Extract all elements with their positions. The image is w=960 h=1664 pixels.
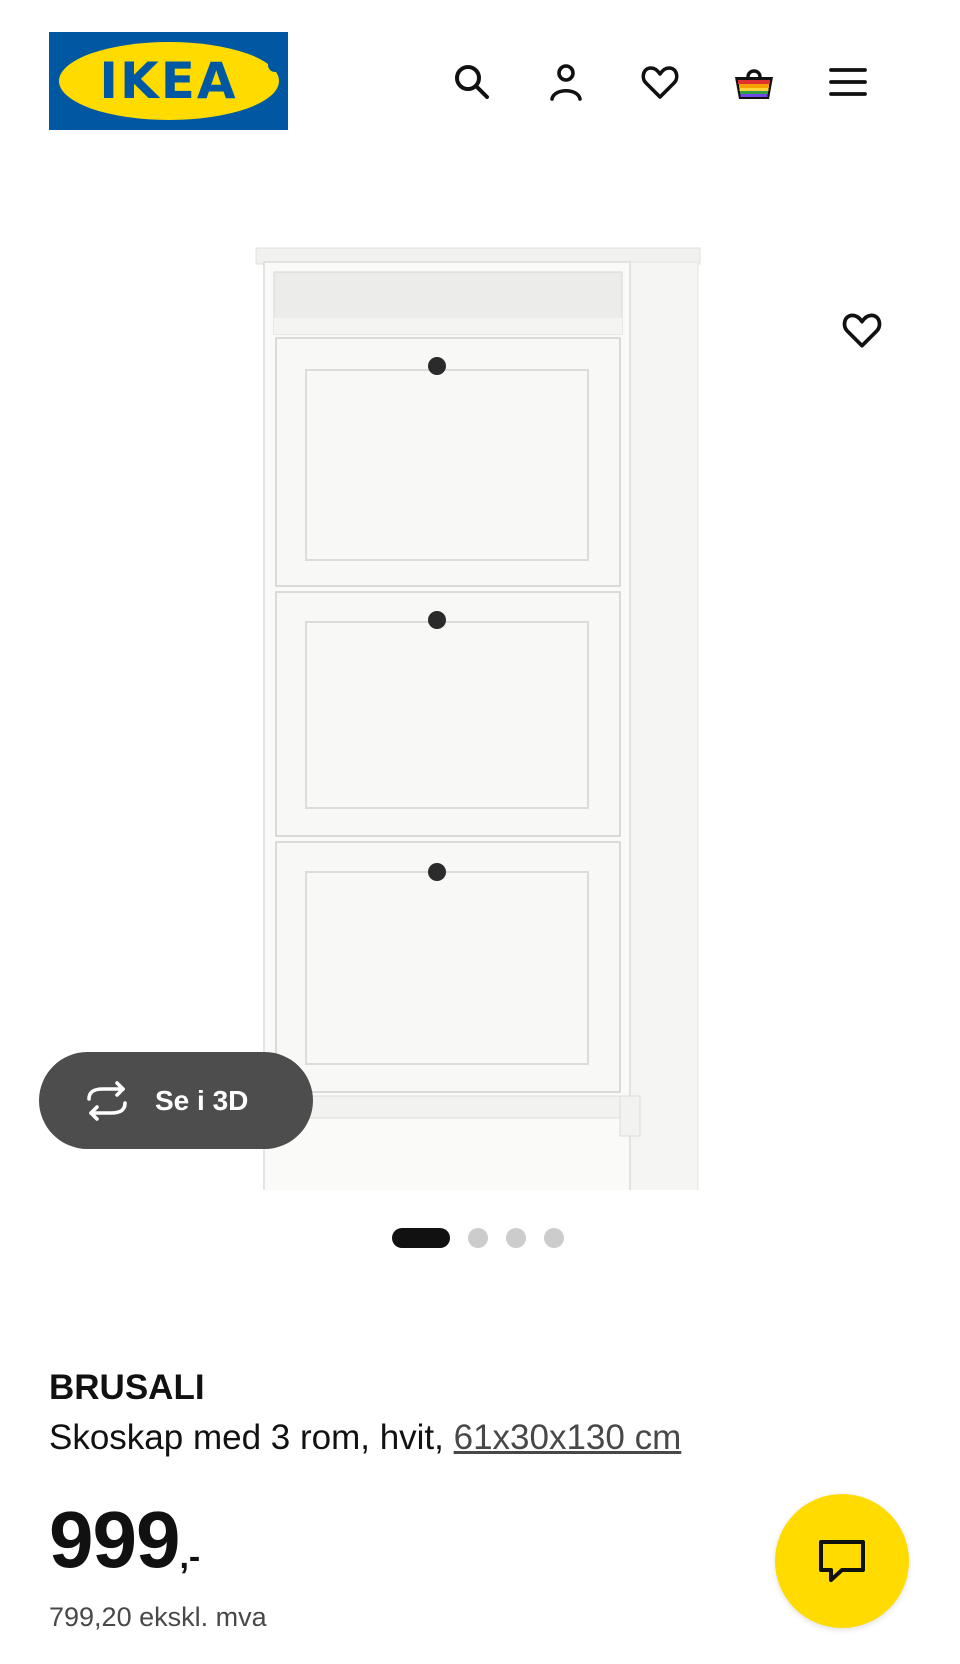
top-header: IKEA <box>0 0 960 150</box>
gallery-pagination <box>392 1228 564 1248</box>
price-excl-vat: 799,20 ekskl. mva <box>49 1602 267 1632</box>
price-integer: 999 <box>49 1495 180 1584</box>
menu-icon[interactable] <box>822 56 874 108</box>
registered-mark-icon <box>268 58 282 72</box>
see-in-3d-label: Se i 3D <box>155 1084 249 1116</box>
heart-icon <box>842 313 882 348</box>
gallery-dot-4[interactable] <box>544 1228 564 1248</box>
logo-oval: IKEA <box>58 42 279 120</box>
product-name: BRUSALI <box>49 1368 205 1407</box>
favorites-icon[interactable] <box>634 56 686 108</box>
product-image-gallery[interactable] <box>0 170 960 1253</box>
product-price: 999 ,- <box>49 1500 200 1580</box>
search-icon[interactable] <box>446 56 498 108</box>
chat-icon <box>819 1540 865 1582</box>
product-image <box>255 247 701 1253</box>
gallery-dot-3[interactable] <box>506 1228 526 1248</box>
gallery-dot-2[interactable] <box>468 1228 488 1248</box>
gallery-dot-1[interactable] <box>392 1228 450 1248</box>
product-description: Skoskap med 3 rom, hvit, 61x30x130 cm <box>49 1418 681 1458</box>
see-in-3d-button[interactable]: Se i 3D <box>39 1052 313 1149</box>
dimensions-link[interactable]: 61x30x130 cm <box>454 1418 682 1457</box>
chat-button[interactable] <box>775 1494 909 1628</box>
product-description-text: Skoskap med 3 rom, hvit, <box>49 1418 454 1457</box>
cart-icon[interactable] <box>728 56 780 108</box>
logo-text: IKEA <box>99 52 238 110</box>
add-to-favorites-button[interactable] <box>834 302 890 358</box>
account-icon[interactable] <box>540 56 592 108</box>
rotate-3d-icon <box>87 1080 127 1121</box>
price-suffix: ,- <box>179 1538 201 1576</box>
ikea-logo[interactable]: IKEA <box>49 32 288 130</box>
